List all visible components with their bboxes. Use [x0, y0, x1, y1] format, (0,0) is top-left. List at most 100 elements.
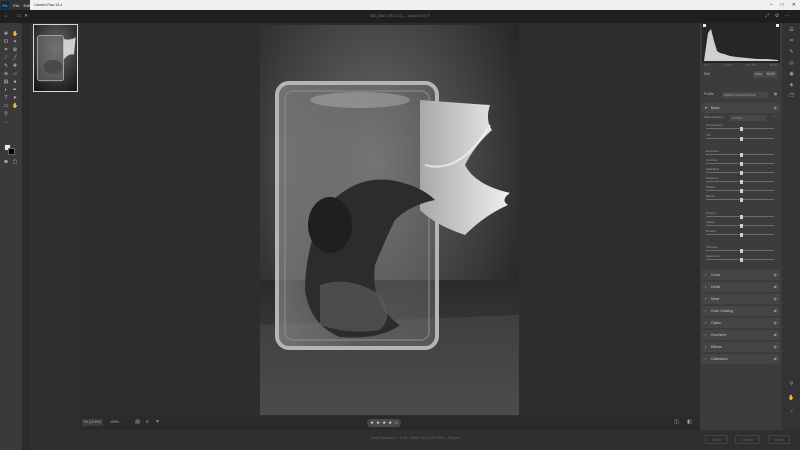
zoom-level-select[interactable]: Fit (15.6%) — [82, 419, 104, 426]
blur-icon[interactable]: ● — [12, 79, 18, 85]
filter-icon[interactable]: ⏷ — [154, 419, 161, 426]
section-detail[interactable]: › Detail ◉ — [702, 282, 780, 292]
section-geometry[interactable]: › Geometry ◉ — [702, 330, 780, 340]
visibility-icon[interactable]: ◉ — [774, 318, 778, 328]
eraser-icon[interactable]: ▱ — [12, 71, 18, 77]
path-icon[interactable]: ➤ — [12, 95, 18, 101]
slider-thumb[interactable] — [740, 248, 743, 253]
snapshots-icon[interactable]: ❐ — [788, 93, 795, 100]
filmstrip-icon[interactable]: ▤ — [134, 419, 141, 426]
profile-select[interactable]: Adobe Monochrome — [722, 91, 768, 98]
cancel-button[interactable]: Cancel — [735, 435, 760, 444]
pen-icon[interactable]: ✒ — [12, 87, 18, 93]
exposure-slider[interactable]: Exposure — [706, 149, 776, 157]
gradient-icon[interactable]: ▤ — [3, 79, 9, 85]
saturation-slider[interactable]: Saturation — [706, 254, 776, 262]
screen-mode-icon[interactable]: ▢ — [12, 159, 18, 165]
done-button[interactable]: Done — [768, 435, 791, 444]
section-effects[interactable]: › Effects ◉ — [702, 342, 780, 352]
slider-thumb[interactable] — [740, 152, 743, 157]
shadows-slider[interactable]: Shadows — [706, 176, 776, 184]
texture-slider[interactable]: Texture — [706, 211, 776, 219]
slider-thumb[interactable] — [740, 188, 743, 193]
masking-icon[interactable]: ◎ — [788, 60, 795, 67]
compare-icon[interactable]: ◫ — [673, 419, 680, 426]
hand-icon[interactable]: ✋ — [12, 31, 18, 37]
before-after-icon[interactable]: ◧ — [686, 419, 693, 426]
section-mixer[interactable]: › Mixer ◉ — [702, 294, 780, 304]
temperature-slider[interactable]: Temperature — [706, 123, 776, 131]
brush-icon[interactable]: ✎ — [3, 63, 9, 69]
more-tools-icon[interactable]: ⋯ — [3, 120, 9, 126]
move-icon[interactable]: ✥ — [3, 31, 9, 37]
edit-sliders-icon[interactable]: ☰ — [788, 27, 795, 34]
white-balance-select[interactable]: As Shot — [730, 114, 766, 121]
clarity-slider[interactable]: Clarity — [706, 220, 776, 228]
heal-icon[interactable]: ✚ — [12, 63, 18, 69]
visibility-icon[interactable]: ◉ — [774, 354, 778, 364]
profile-browser-icon[interactable]: ▦ — [774, 91, 777, 98]
clone-icon[interactable]: ⊕ — [3, 71, 9, 77]
gear-icon[interactable]: ⚙ — [774, 13, 780, 19]
hand2-icon[interactable]: ✋ — [12, 103, 18, 109]
slider-thumb[interactable] — [740, 232, 743, 237]
visibility-icon[interactable]: ◉ — [774, 103, 778, 113]
fullscreen-icon[interactable]: ⤢ — [764, 13, 770, 19]
slider-thumb[interactable] — [740, 170, 743, 175]
quick-mask-icon[interactable]: ◙ — [3, 159, 9, 165]
slider-thumb[interactable] — [740, 179, 743, 184]
filmstrip-thumbnail[interactable] — [33, 24, 78, 92]
crop-icon[interactable]: ⌗ — [3, 47, 9, 53]
star-1-icon[interactable]: ★ — [370, 420, 374, 426]
slider-thumb[interactable] — [740, 214, 743, 219]
background-color-swatch[interactable] — [8, 148, 15, 155]
eyedropper-icon[interactable]: ⁄ — [3, 55, 9, 61]
toggle-sampler-icon[interactable]: ⁄ — [788, 409, 795, 416]
bw-button[interactable]: B&W — [765, 71, 777, 78]
blacks-slider[interactable]: Blacks — [706, 194, 776, 202]
minimize-icon[interactable]: – — [770, 2, 773, 8]
zoom-icon[interactable]: ⚲ — [3, 111, 9, 117]
red-eye-icon[interactable]: ◉ — [788, 71, 795, 78]
whites-slider[interactable]: Whites — [706, 185, 776, 193]
zoom-icon[interactable]: ⚲ — [788, 381, 795, 388]
slider-thumb[interactable] — [740, 136, 743, 141]
menu-file[interactable]: File — [13, 3, 19, 8]
ruler-icon[interactable]: ╱ — [12, 55, 18, 61]
visibility-icon[interactable]: ◉ — [774, 306, 778, 316]
section-optics[interactable]: › Optics ◉ — [702, 318, 780, 328]
slider-thumb[interactable] — [740, 223, 743, 228]
close-icon[interactable]: ✕ — [792, 2, 796, 8]
slider-thumb[interactable] — [740, 161, 743, 166]
section-curve[interactable]: › Curve ◉ — [702, 270, 780, 280]
eyedropper-icon[interactable]: ⁄ — [774, 114, 775, 121]
zoom-100-button[interactable]: 100% — [108, 419, 121, 426]
more-icon[interactable]: ⋯ — [784, 13, 790, 19]
canvas-area[interactable] — [80, 23, 700, 416]
slider-thumb[interactable] — [740, 257, 743, 262]
visibility-icon[interactable]: ◉ — [774, 330, 778, 340]
lasso-icon[interactable]: ʘ — [3, 39, 9, 45]
slider-thumb[interactable] — [740, 197, 743, 202]
auto-button[interactable]: Auto — [752, 71, 764, 78]
section-basic[interactable]: ▾ Basic ◉ — [702, 103, 780, 113]
dehaze-slider[interactable]: Dehaze — [706, 229, 776, 237]
remove-icon[interactable]: ✎ — [788, 49, 795, 56]
visibility-icon[interactable]: ◉ — [774, 282, 778, 292]
tint-slider[interactable]: Tint — [706, 133, 776, 141]
sort-icon[interactable]: ≡ — [144, 419, 151, 426]
star-3-icon[interactable]: ★ — [382, 420, 386, 426]
crop-rotate-icon[interactable]: ⌗ — [788, 38, 795, 45]
visibility-icon[interactable]: ◉ — [774, 342, 778, 352]
dodge-icon[interactable]: ◐ — [3, 87, 9, 93]
highlights-slider[interactable]: Highlights — [706, 167, 776, 175]
vibrance-slider[interactable]: Vibrance — [706, 245, 776, 253]
visibility-icon[interactable]: ◉ — [774, 294, 778, 304]
star-5-icon[interactable]: ☆ — [394, 420, 398, 426]
shadow-clip-icon[interactable] — [703, 24, 706, 27]
section-color-grading[interactable]: › Color Grading ◉ — [702, 306, 780, 316]
open-button[interactable]: Open — [705, 435, 728, 444]
section-calibration[interactable]: › Calibration ◉ — [702, 354, 780, 364]
star-4-icon[interactable]: ★ — [388, 420, 392, 426]
main-photo[interactable] — [260, 25, 519, 415]
